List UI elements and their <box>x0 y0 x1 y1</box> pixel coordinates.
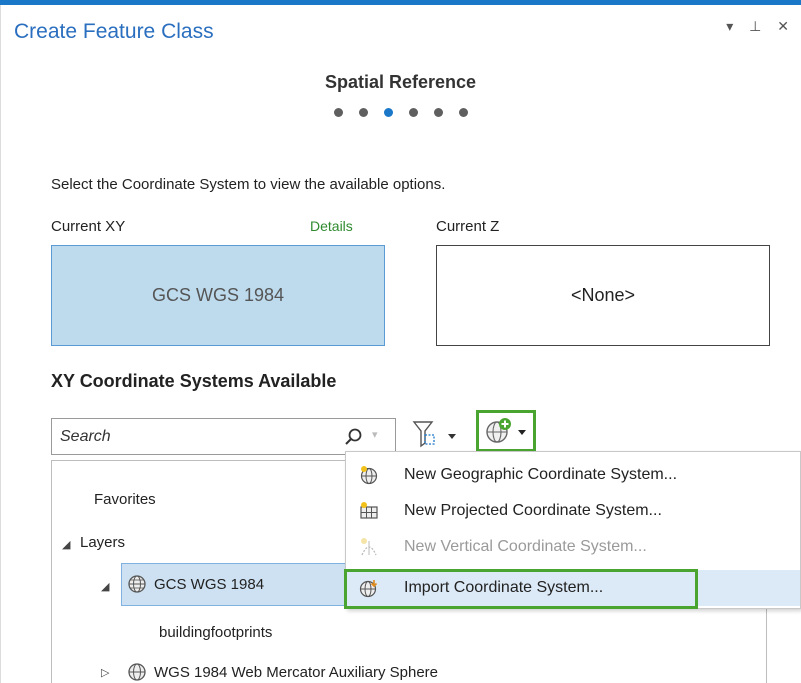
filter-icon <box>412 421 435 448</box>
chevron-down-icon <box>518 430 526 435</box>
new-vertical-icon <box>361 538 377 556</box>
wizard-step-title: Spatial Reference <box>324 72 477 92</box>
section-title: XY Coordinate Systems Available <box>51 371 337 391</box>
filter-dropdown-button[interactable] <box>408 416 464 454</box>
search-input[interactable]: Search ▾ <box>51 418 396 455</box>
menu-item-new-projected[interactable]: New Projected Coordinate System... <box>346 493 800 529</box>
search-options-caret[interactable]: ▾ <box>372 428 378 441</box>
new-geographic-icon <box>360 466 378 485</box>
menu-item-label: New Vertical Coordinate System... <box>404 538 647 555</box>
tree-item-layers[interactable]: Layers <box>80 534 125 551</box>
step-dot-3-active[interactable] <box>383 108 393 117</box>
new-projected-icon <box>360 502 378 519</box>
pane-border <box>0 5 1 683</box>
menu-item-import[interactable]: Import Coordinate System... <box>346 570 800 606</box>
pane-controls[interactable]: ▾ ⊥ ✕ <box>726 18 795 35</box>
add-coordinate-system-button[interactable] <box>476 410 536 452</box>
globe-add-icon <box>486 418 526 443</box>
globe-icon <box>128 575 146 593</box>
current-z-tile[interactable]: <None> <box>436 245 770 346</box>
tree-item-web-mercator[interactable]: WGS 1984 Web Mercator Auxiliary Sphere <box>154 664 438 681</box>
current-xy-tile[interactable]: GCS WGS 1984 <box>51 245 385 346</box>
import-globe-icon <box>359 580 378 598</box>
step-dot-5[interactable] <box>433 108 443 117</box>
tree-item-buildingfootprints[interactable]: buildingfootprints <box>159 624 272 641</box>
menu-item-label: New Projected Coordinate System... <box>404 502 662 519</box>
menu-item-new-geographic[interactable]: New Geographic Coordinate System... <box>346 457 800 493</box>
globe-icon <box>128 663 146 681</box>
menu-item-label: New Geographic Coordinate System... <box>404 466 678 483</box>
menu-item-label: Import Coordinate System... <box>404 579 604 596</box>
step-dot-1[interactable] <box>333 108 343 117</box>
expand-triangle-icon[interactable]: ▷ <box>101 666 109 679</box>
current-z-label: Current Z <box>436 218 500 235</box>
current-xy-label: Current XY <box>51 218 126 235</box>
collapse-triangle-icon[interactable]: ◢ <box>101 580 109 593</box>
wizard-step-indicator <box>0 108 801 117</box>
menu-item-new-vertical[interactable]: New Vertical Coordinate System... <box>346 529 800 565</box>
search-placeholder: Search <box>60 428 111 445</box>
details-link[interactable]: Details <box>310 218 353 234</box>
step-dot-4[interactable] <box>408 108 418 117</box>
search-icon[interactable] <box>342 426 364 448</box>
step-dot-2[interactable] <box>358 108 368 117</box>
step-dot-6[interactable] <box>458 108 468 117</box>
tree-item-gcs-wgs-1984[interactable]: GCS WGS 1984 <box>154 576 264 593</box>
current-xy-value: GCS WGS 1984 <box>151 285 285 305</box>
add-coordinate-system-menu: New Geographic Coordinate System... New … <box>345 451 801 609</box>
pane-accent-bar <box>0 0 801 5</box>
current-z-value: <None> <box>570 285 636 305</box>
chevron-down-icon <box>448 434 456 439</box>
instructions-text: Select the Coordinate System to view the… <box>51 176 446 193</box>
tree-item-favorites[interactable]: Favorites <box>94 491 156 508</box>
pane-title: Create Feature Class <box>14 20 214 43</box>
collapse-triangle-icon[interactable]: ◢ <box>62 538 70 551</box>
